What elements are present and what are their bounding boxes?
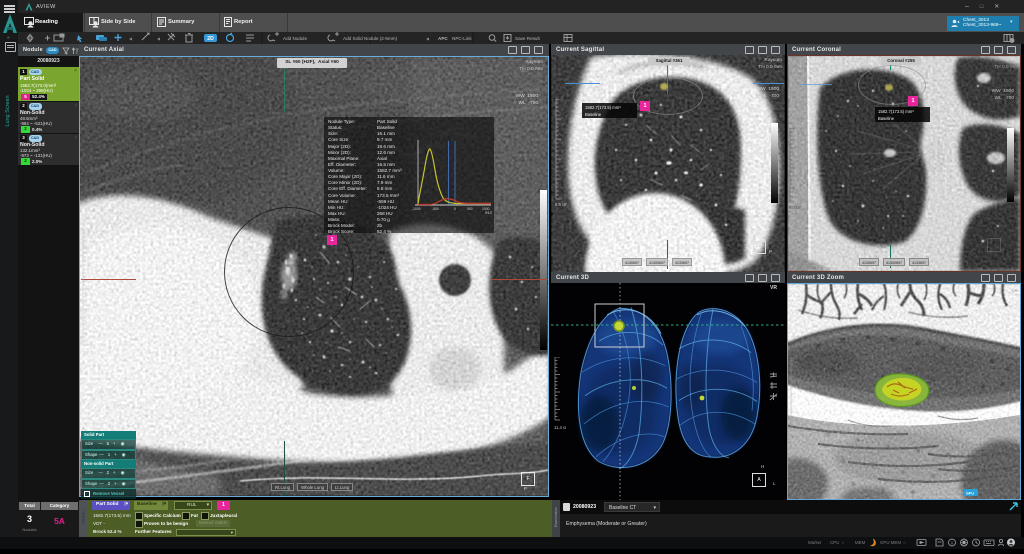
svg-text:GPU: GPU (966, 492, 974, 496)
svg-text:3.2 cm: 3.2 cm (83, 350, 96, 355)
svg-text:500: 500 (467, 207, 473, 211)
svg-text:9.5 cm: 9.5 cm (555, 202, 567, 207)
svg-text:VR: VR (1012, 288, 1018, 293)
svg-text:9.0 cm: 9.0 cm (789, 205, 801, 210)
svg-text:APC: APC (438, 36, 448, 41)
svg-text:0: 0 (454, 207, 456, 211)
svg-text:11.4 cm: 11.4 cm (554, 425, 566, 430)
svg-text:-500: -500 (432, 207, 439, 211)
svg-text:Add Nodule: Add Nodule (283, 36, 307, 41)
svg-text:NPC-Link: NPC-Link (452, 36, 472, 41)
svg-text:Save Result: Save Result (515, 36, 540, 41)
svg-text:[HU]: [HU] (485, 211, 492, 214)
svg-text:Add Solid Nodule (2-5mm): Add Solid Nodule (2-5mm) (343, 36, 398, 41)
svg-text:-1000: -1000 (412, 207, 421, 211)
svg-text:2D: 2D (207, 36, 214, 42)
